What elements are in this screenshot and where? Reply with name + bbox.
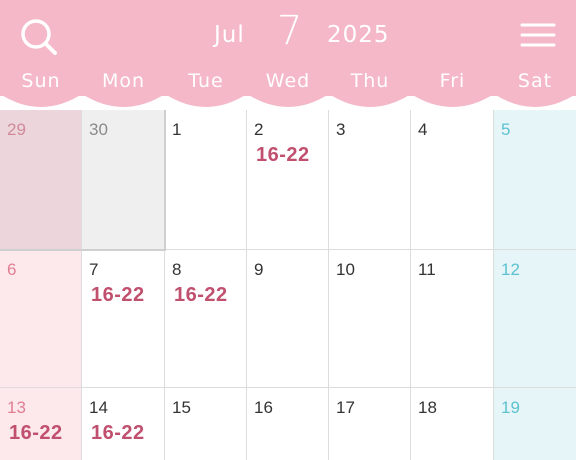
day-number: 9 — [254, 260, 264, 279]
day-cell[interactable]: 10 — [329, 250, 411, 388]
event-label: 16-22 — [174, 284, 228, 306]
day-number: 1 — [172, 120, 182, 139]
day-cell[interactable]: 18 — [411, 388, 494, 460]
day-number: 30 — [89, 120, 108, 139]
day-cell[interactable]: 30 — [82, 110, 165, 250]
day-cell[interactable]: 16 — [247, 388, 329, 460]
day-cell[interactable]: 3 — [329, 110, 411, 250]
day-number: 13 — [7, 398, 26, 417]
event-label: 16-22 — [91, 284, 145, 306]
day-cell[interactable]: 1 — [165, 110, 247, 250]
day-number: 4 — [418, 120, 428, 139]
calendar-app: Jul 7 2025 Sun Mon Tue Wed Thu Fri Sat 29 30 1 2 1… — [0, 0, 576, 460]
day-number: 15 — [172, 398, 191, 417]
day-cell[interactable]: 12 — [494, 250, 576, 388]
day-number: 12 — [501, 260, 520, 279]
day-cell[interactable]: 6 — [0, 250, 82, 388]
day-number: 18 — [418, 398, 437, 417]
day-number: 14 — [89, 398, 108, 417]
day-cell[interactable]: 14 16-22 — [82, 388, 165, 460]
day-number: 5 — [501, 120, 511, 139]
day-cell[interactable]: 8 16-22 — [165, 250, 247, 388]
day-cell[interactable]: 2 16-22 — [247, 110, 329, 250]
event-label: 16-22 — [91, 422, 145, 444]
day-number: 3 — [336, 120, 346, 139]
day-cell[interactable]: 5 — [494, 110, 576, 250]
day-cell[interactable]: 15 — [165, 388, 247, 460]
day-cell[interactable]: 11 — [411, 250, 494, 388]
day-number: 6 — [7, 260, 17, 279]
day-cell[interactable]: 9 — [247, 250, 329, 388]
day-number: 11 — [418, 260, 436, 279]
prev-month-divider — [0, 249, 166, 251]
event-label: 16-22 — [9, 422, 63, 444]
day-number: 2 — [254, 120, 264, 139]
day-cell[interactable]: 29 — [0, 110, 82, 250]
prev-month-divider — [164, 110, 166, 250]
day-number: 10 — [336, 260, 355, 279]
day-cell[interactable]: 17 — [329, 388, 411, 460]
day-cell[interactable]: 19 — [494, 388, 576, 460]
header-scallop-edge — [0, 90, 576, 107]
day-cell[interactable]: 13 16-22 — [0, 388, 82, 460]
day-number: 8 — [172, 260, 182, 279]
day-number: 17 — [336, 398, 355, 417]
event-label: 16-22 — [256, 144, 310, 166]
month-grid: 29 30 1 2 16-22 3 4 5 6 7 16-22 8 16-22 9 10 11 12 13 16-2… — [0, 0, 576, 460]
scallop-path — [0, 90, 576, 107]
day-number: 16 — [254, 398, 273, 417]
day-number: 7 — [89, 260, 99, 279]
day-number: 29 — [7, 120, 26, 139]
day-cell[interactable]: 7 16-22 — [82, 250, 165, 388]
day-cell[interactable]: 4 — [411, 110, 494, 250]
day-number: 19 — [501, 398, 520, 417]
